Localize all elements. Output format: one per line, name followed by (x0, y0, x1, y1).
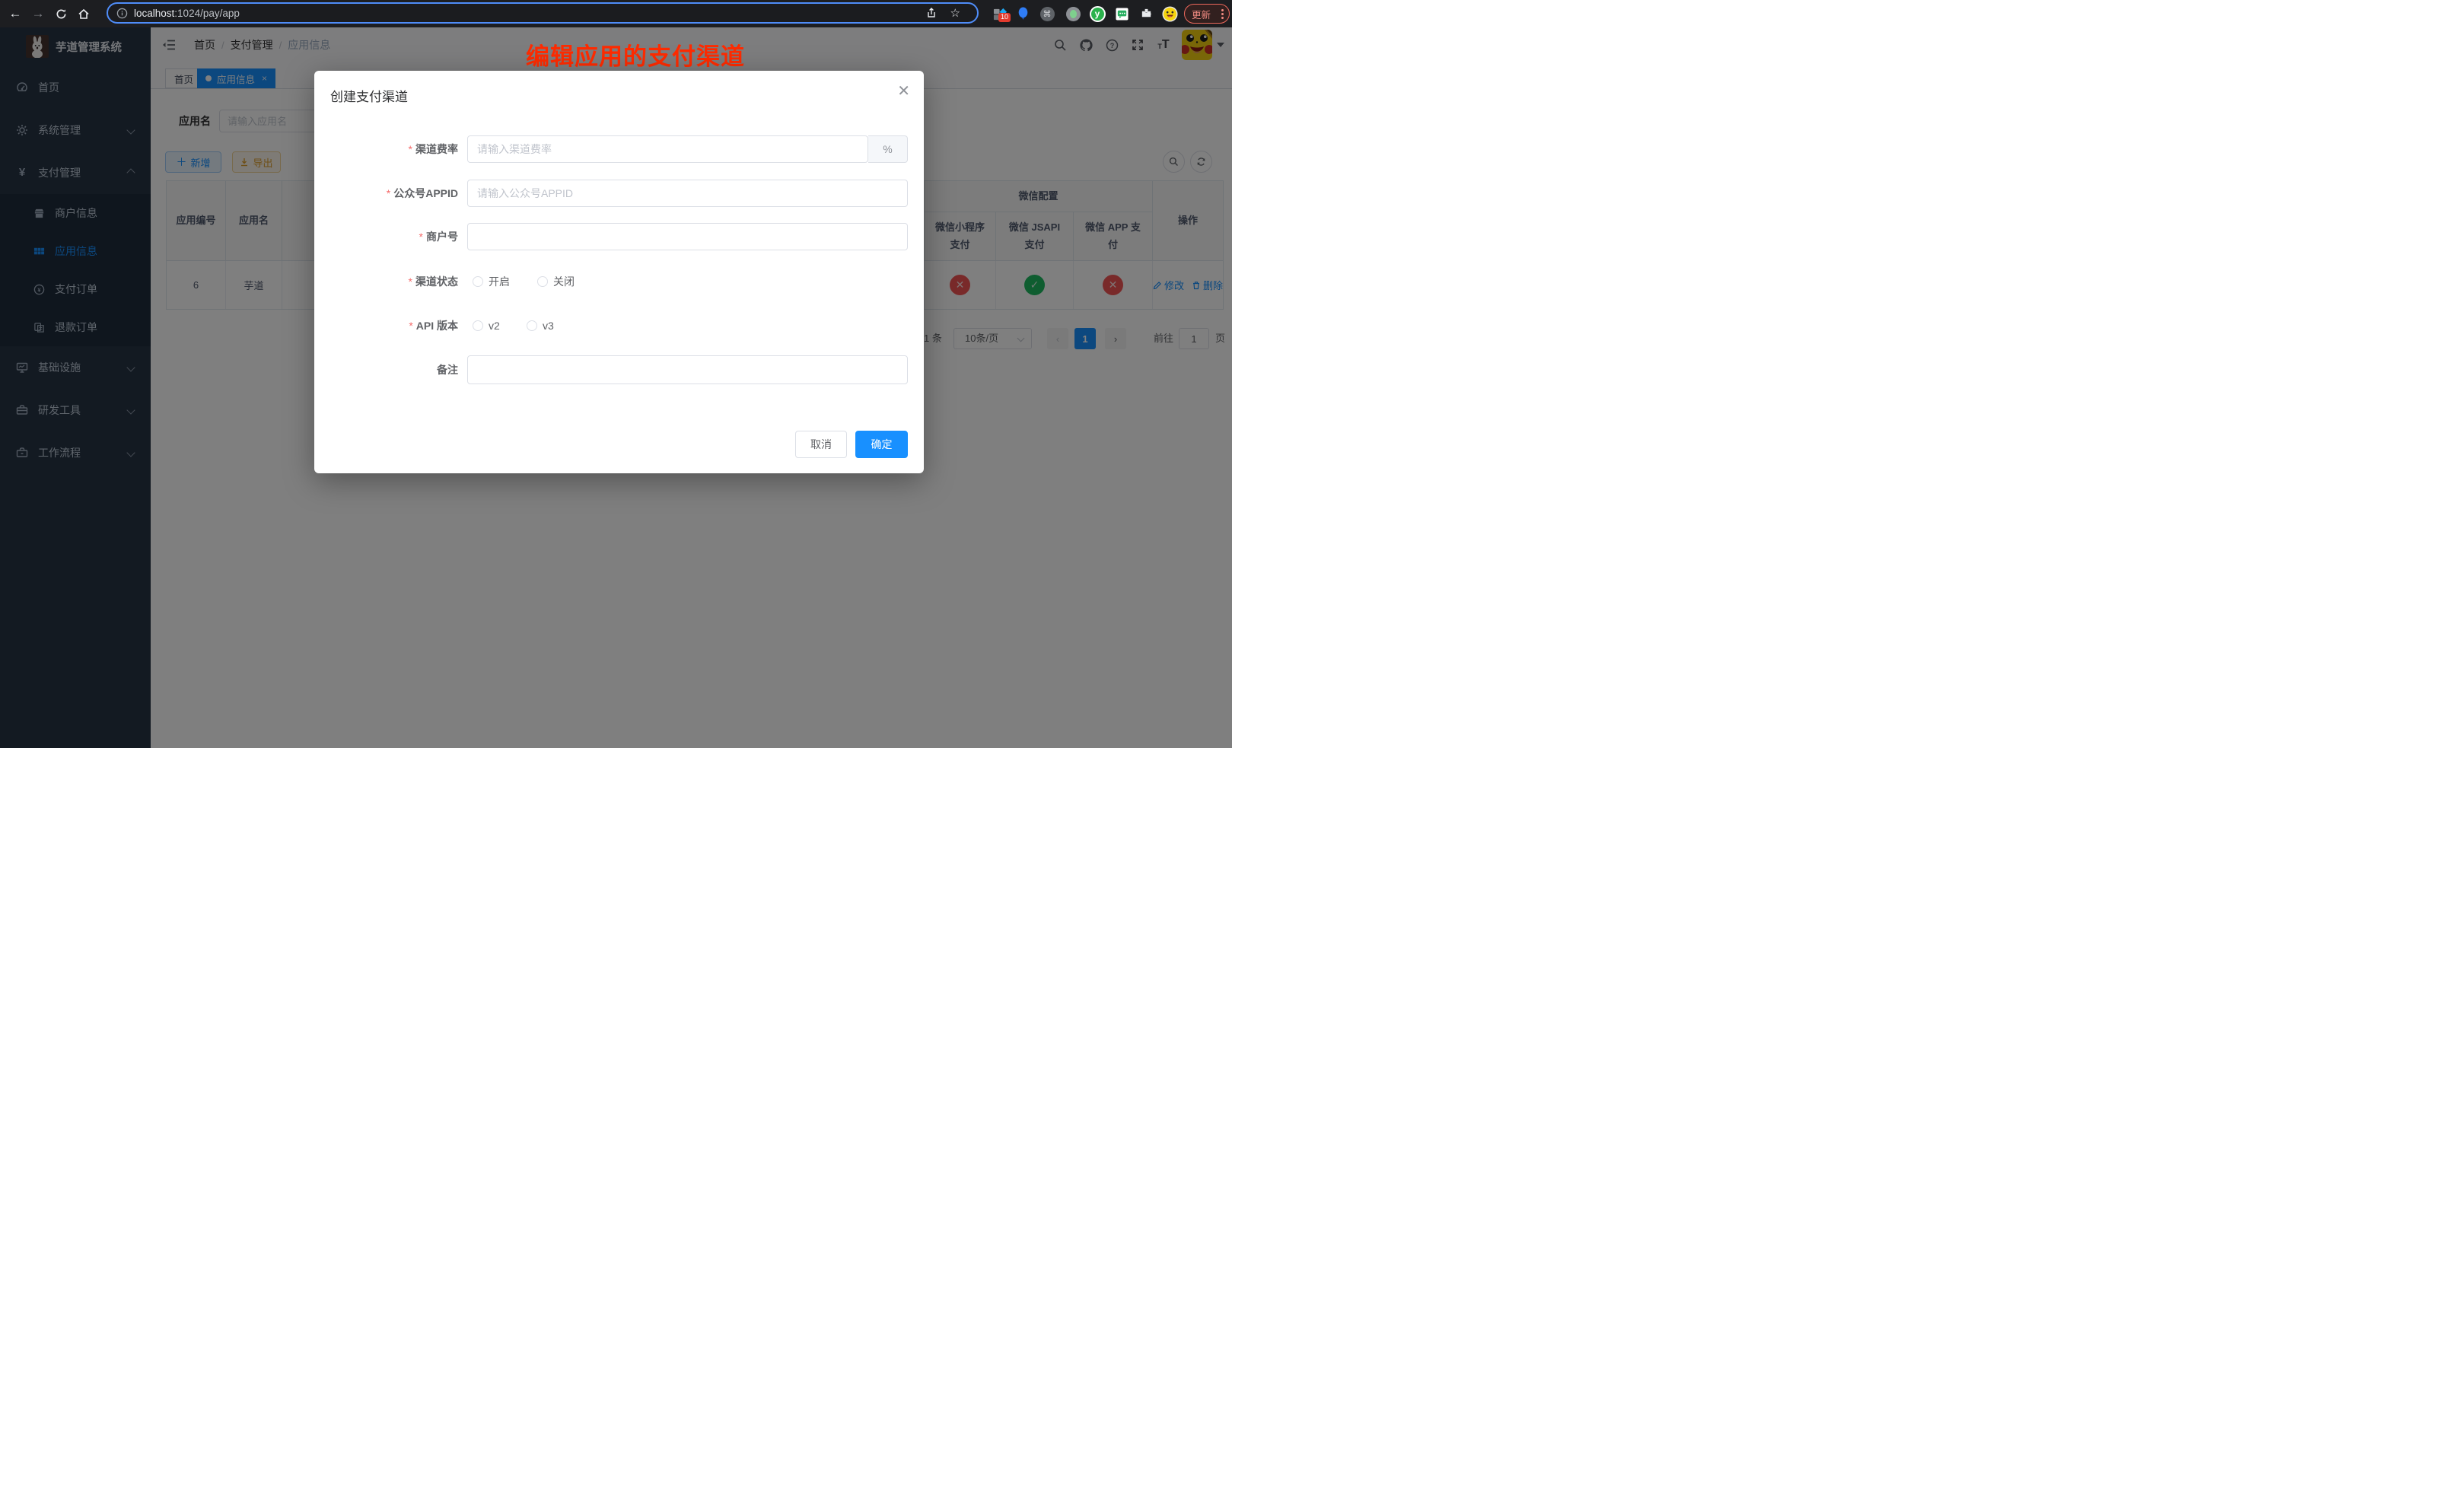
site-info-icon[interactable] (116, 8, 128, 19)
update-label: 更新 (1192, 7, 1211, 21)
browser-toolbar: ← → localhost:1024/pay/app ☆ 10 ⌘ y 更新 (0, 0, 1232, 27)
address-bar[interactable]: localhost:1024/pay/app ☆ (107, 2, 979, 24)
create-channel-modal: 创建支付渠道 ✕ 渠道费率 % 公众号APPID 商户号 渠道状态 开启 关闭 … (314, 71, 924, 473)
browser-update-menu-button[interactable]: 更新 (1184, 4, 1230, 24)
extension-y[interactable]: y (1088, 0, 1106, 27)
radio-status-on[interactable]: 开启 (473, 268, 510, 295)
radio-icon (473, 276, 483, 287)
extension-badge: 10 (998, 13, 1011, 22)
modal-title: 创建支付渠道 (330, 86, 408, 105)
reload-icon (56, 8, 67, 20)
api-version-label: API 版本 (314, 312, 458, 339)
share-button[interactable] (925, 7, 938, 19)
appid-label: 公众号APPID (314, 180, 458, 207)
radio-label: 关闭 (553, 274, 575, 289)
rate-label: 渠道费率 (314, 135, 458, 163)
extension-balloon[interactable] (1014, 0, 1032, 27)
remark-input[interactable] (467, 355, 908, 384)
kebab-menu-icon (1221, 9, 1224, 19)
remark-label: 备注 (314, 356, 458, 384)
extensions-puzzle-button[interactable] (1137, 0, 1155, 27)
radio-label: v3 (543, 320, 554, 332)
extension-green-dot[interactable] (1064, 0, 1082, 27)
radio-icon (537, 276, 548, 287)
radio-label: v2 (489, 320, 500, 332)
radio-api-v3[interactable]: v3 (527, 312, 554, 339)
browser-forward-button[interactable]: → (27, 0, 49, 27)
radio-api-v2[interactable]: v2 (473, 312, 500, 339)
status-label: 渠道状态 (314, 268, 458, 295)
browser-back-button[interactable]: ← (5, 0, 26, 27)
browser-home-button[interactable] (73, 0, 94, 27)
merchant-input[interactable] (467, 223, 908, 250)
browser-profile-avatar[interactable] (1160, 0, 1179, 27)
radio-status-off[interactable]: 关闭 (537, 268, 575, 295)
home-icon (78, 8, 90, 20)
extension-command[interactable]: ⌘ (1038, 0, 1056, 27)
rate-input[interactable] (467, 135, 868, 163)
appid-input[interactable] (467, 180, 908, 207)
extension-chat[interactable] (1113, 0, 1131, 27)
rate-suffix: % (868, 135, 908, 163)
url-text: localhost:1024/pay/app (134, 8, 240, 19)
extension-tiles[interactable]: 10 (989, 0, 1011, 27)
cancel-button[interactable]: 取消 (795, 431, 847, 458)
radio-label: 开启 (489, 274, 510, 289)
radio-icon (473, 320, 483, 331)
confirm-button[interactable]: 确定 (855, 431, 908, 458)
bookmark-star-icon[interactable]: ☆ (950, 6, 960, 20)
radio-icon (527, 320, 537, 331)
confirm-button-label: 确定 (871, 437, 893, 452)
merchant-label: 商户号 (314, 223, 458, 250)
annotation-text: 编辑应用的支付渠道 (457, 37, 814, 72)
cancel-button-label: 取消 (810, 437, 832, 452)
modal-close-icon[interactable]: ✕ (897, 81, 910, 100)
browser-reload-button[interactable] (50, 0, 72, 27)
share-icon (925, 7, 938, 19)
